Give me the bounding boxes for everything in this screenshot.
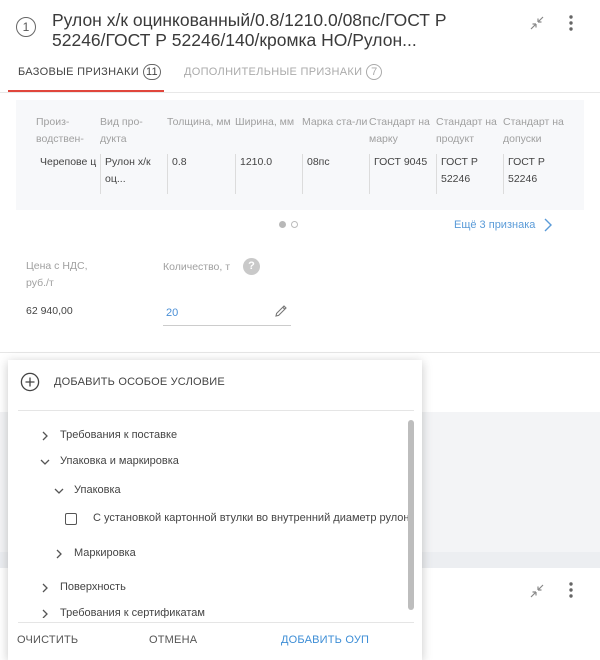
quantity-input[interactable] (163, 300, 291, 326)
tab-extra-count: 7 (366, 64, 383, 80)
tab-extra-attributes[interactable]: ДОПОЛНИТЕЛЬНЫЕ ПРИЗНАКИ 7 (184, 56, 383, 92)
tabs-divider (0, 92, 600, 93)
collapse-icon[interactable] (528, 14, 546, 32)
tab-basic-count: 11 (142, 64, 161, 80)
attribute-column: Стандарт на допуски ГОСТ Р 52246 (503, 100, 569, 200)
add-oup-button[interactable]: ДОБАВИТЬ ОУП (281, 634, 369, 646)
attribute-value: ГОСТ Р 52246 (503, 154, 569, 194)
chevron-down-icon (40, 459, 50, 465)
attribute-column: Стандарт на продукт ГОСТ Р 52246 (436, 100, 502, 200)
pencil-icon[interactable] (273, 303, 289, 319)
tree-item-label: Упаковка и маркировка (60, 455, 179, 467)
condition-tree: Требования к поставке Упаковка и маркиро… (8, 416, 412, 618)
attribute-value: Черепове ц (40, 156, 97, 168)
page-dot-active[interactable] (279, 221, 286, 228)
more-attributes-link[interactable]: Ещё 3 признака (454, 219, 535, 231)
tree-item-label: Требования к сертификатам (60, 607, 205, 618)
attribute-value: ГОСТ Р 52246 (436, 154, 502, 194)
add-special-condition-label: ДОБАВИТЬ ОСОБОЕ УСЛОВИЕ (54, 376, 225, 388)
attribute-value: 0.8 (167, 154, 233, 194)
pagination-dots (279, 221, 303, 229)
more-vert-icon[interactable] (564, 13, 578, 33)
chevron-right-icon (42, 609, 48, 618)
tree-item-label: Поверхность (60, 581, 126, 593)
tree-item-label: С установкой картонной втулки во внутрен… (93, 512, 412, 524)
add-circle-icon (20, 372, 40, 392)
clear-button[interactable]: ОЧИСТИТЬ (17, 634, 78, 646)
chevron-right-icon (42, 583, 48, 593)
product-title: Рулон х/к оцинкованный/0.8/1210.0/08пс/Г… (52, 10, 447, 50)
price-label: Цена с НДС, руб./т (26, 260, 88, 289)
product-index-badge: 1 (16, 17, 36, 37)
attribute-column: Стандарт на марку ГОСТ 9045 (369, 100, 435, 200)
attribute-header: Произ-водствен- (36, 116, 84, 145)
tree-item-label: Требования к поставке (60, 429, 178, 441)
popup-divider (18, 410, 414, 411)
attribute-header: Толщина, мм (167, 116, 231, 128)
tree-item-label: Упаковка (74, 484, 121, 496)
attribute-column: Вид про-дукта Рулон х/к оц... (100, 100, 166, 200)
popup-footer-divider (18, 622, 414, 623)
attribute-column: Произ-водствен- Черепове ц (36, 100, 102, 200)
scrollbar[interactable] (408, 420, 414, 610)
checkbox[interactable] (65, 513, 77, 525)
attribute-header: Стандарт на допуски (503, 116, 564, 145)
attributes-table: Произ-водствен- Черепове ц Вид про-дукта… (16, 100, 584, 210)
attribute-value: 08пс (302, 154, 368, 194)
add-special-condition-button[interactable]: ДОБАВИТЬ ОСОБОЕ УСЛОВИЕ (20, 372, 320, 394)
collapse-icon[interactable] (528, 582, 546, 600)
attribute-value: 1210.0 (235, 154, 301, 194)
chevron-right-icon (56, 549, 62, 559)
chevron-right-icon (42, 431, 48, 441)
page-dot[interactable] (291, 221, 298, 228)
quantity-label: Количество, т (163, 261, 231, 273)
price-value: 62 940,00 (26, 305, 73, 317)
chevron-right-icon[interactable] (543, 218, 553, 232)
attribute-tabs: БАЗОВЫЕ ПРИЗНАКИ 11 ДОПОЛНИТЕЛЬНЫЕ ПРИЗНА… (0, 56, 600, 92)
attribute-column: Толщина, мм 0.8 (167, 100, 233, 200)
tab-basic-attributes[interactable]: БАЗОВЫЕ ПРИЗНАКИ 11 (8, 56, 164, 92)
card-divider (0, 352, 600, 353)
attribute-header: Стандарт на продукт (436, 116, 497, 145)
cancel-button[interactable]: ОТМЕНА (149, 634, 197, 646)
tab-extra-label: ДОПОЛНИТЕЛЬНЫЕ ПРИЗНАКИ (184, 66, 363, 78)
attribute-value: ГОСТ 9045 (369, 154, 435, 194)
attribute-header: Стандарт на марку (369, 116, 430, 145)
more-vert-icon[interactable] (564, 580, 578, 600)
attribute-value: Рулон х/к оц... (100, 154, 166, 194)
attribute-column: Ширина, мм 1210.0 (235, 100, 301, 200)
attribute-header: Марка ста-ли (302, 116, 368, 128)
help-icon[interactable]: ? (243, 258, 260, 275)
tab-basic-label: БАЗОВЫЕ ПРИЗНАКИ (18, 66, 139, 78)
attribute-column: Марка ста-ли 08пс (302, 100, 368, 200)
chevron-down-icon (54, 488, 64, 494)
product-card-header: 1 Рулон х/к оцинкованный/0.8/1210.0/08пс… (0, 0, 600, 60)
attribute-header: Ширина, мм (235, 116, 295, 128)
tree-item-label: Маркировка (74, 547, 136, 559)
special-condition-popup: ДОБАВИТЬ ОСОБОЕ УСЛОВИЕ Требования к пос… (8, 360, 422, 660)
attribute-header: Вид про-дукта (100, 116, 143, 145)
